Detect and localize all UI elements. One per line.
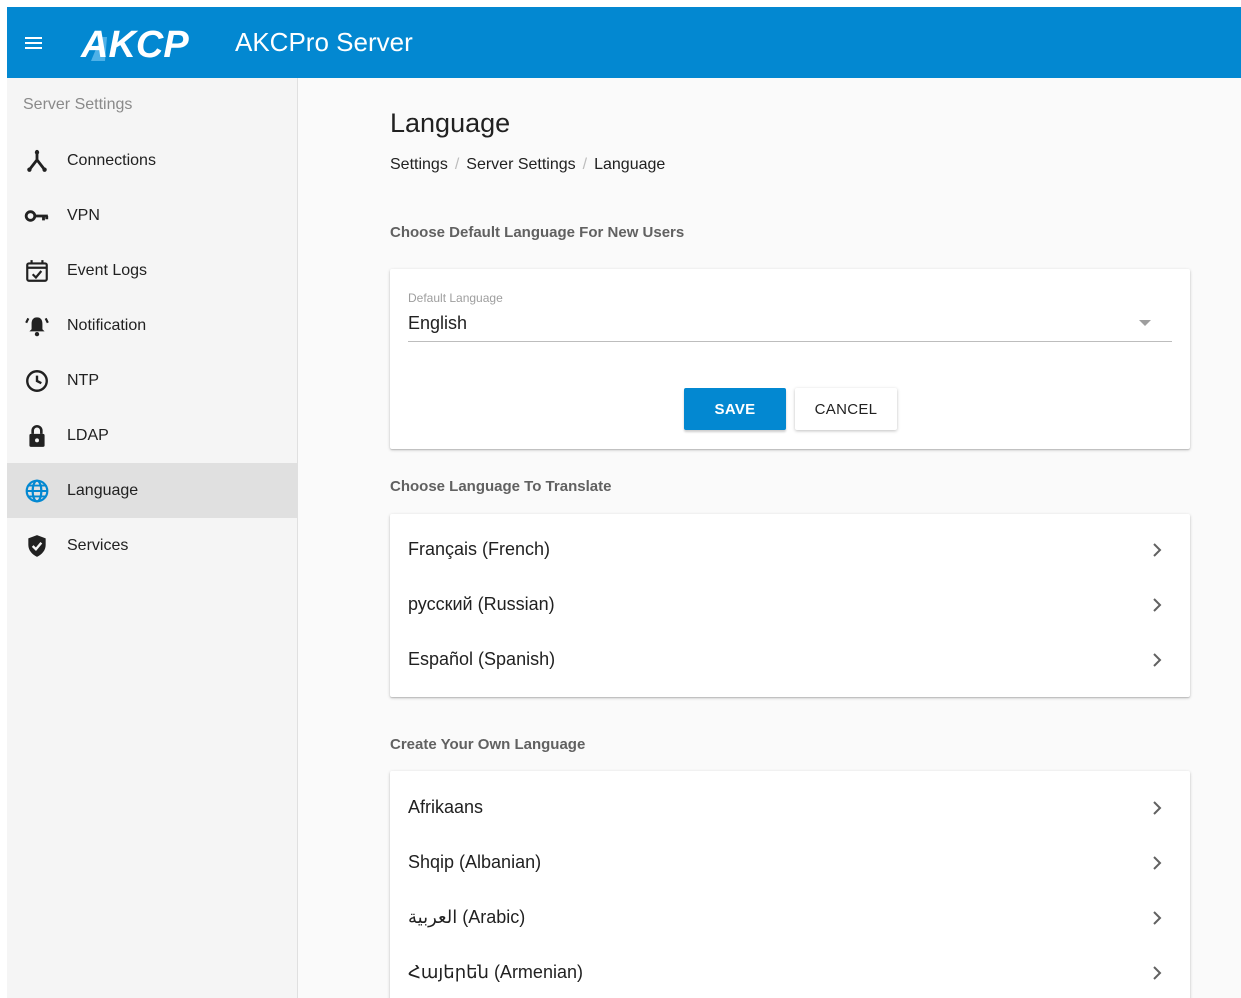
list-item-label: Shqip (Albanian) (408, 852, 542, 872)
default-language-section-title: Choose Default Language For New Users (390, 224, 685, 241)
sidebar-item-label: NTP (67, 371, 99, 389)
sidebar-item-services[interactable]: Services (7, 518, 297, 573)
list-item-arabic[interactable]: العربية (Arabic) (390, 890, 1190, 945)
connections-icon (7, 133, 67, 188)
akcp-logo: AKCP (80, 24, 189, 63)
app-title: AKCPro Server (235, 27, 413, 57)
chevron-right-icon (1150, 910, 1164, 925)
list-item-russian[interactable]: русский (Russian) (390, 577, 1190, 632)
chevron-right-icon (1150, 855, 1164, 870)
sidebar-item-label: Notification (67, 316, 147, 334)
breadcrumb-separator: / (454, 156, 460, 173)
default-language-select[interactable]: Default Language English (390, 269, 1190, 349)
list-item-label: العربية (Arabic) (408, 907, 526, 927)
main-content: Language Settings / Server Settings / La… (299, 78, 1241, 998)
list-item-french[interactable]: Français (French) (390, 522, 1190, 577)
translate-language-list: Français (French) русский (Russian) Espa… (390, 514, 1190, 697)
hamburger-icon (24, 36, 42, 49)
save-button[interactable]: SAVE (684, 388, 786, 430)
default-language-value: English (408, 313, 468, 333)
list-item-label: русский (Russian) (408, 594, 555, 614)
list-item-albanian[interactable]: Shqip (Albanian) (390, 835, 1190, 890)
breadcrumb-language: Language (594, 156, 666, 173)
sidebar-item-label: VPN (67, 206, 100, 224)
sidebar-item-ntp[interactable]: NTP (7, 353, 297, 408)
list-item-afrikaans[interactable]: Afrikaans (390, 780, 1190, 835)
create-language-list: Afrikaans Shqip (Albanian) العربية (Arab… (390, 771, 1190, 998)
sidebar: Server Settings Connections VPN Event Lo… (7, 78, 298, 998)
calendar-check-icon (7, 243, 67, 298)
sidebar-item-label: Services (67, 536, 129, 554)
sidebar-item-label: Event Logs (67, 261, 148, 279)
translate-section-title: Choose Language To Translate (390, 478, 612, 495)
lock-icon (7, 408, 67, 463)
breadcrumb-settings[interactable]: Settings (390, 156, 448, 174)
chevron-right-icon (1150, 597, 1164, 612)
sidebar-item-label: Language (67, 481, 139, 499)
chevron-right-icon (1150, 965, 1164, 980)
top-app-bar: AKCP AKCPro Server (7, 7, 1241, 78)
sidebar-item-ldap[interactable]: LDAP (7, 408, 297, 463)
default-language-label: Default Language (408, 291, 503, 305)
list-item-armenian[interactable]: Հայերեն (Armenian) (390, 945, 1190, 998)
list-item-label: Français (French) (408, 539, 551, 559)
sidebar-header: Server Settings (23, 96, 133, 113)
page-title: Language (390, 108, 511, 138)
sidebar-item-notification[interactable]: Notification (7, 298, 297, 353)
chevron-right-icon (1150, 652, 1164, 667)
list-item-label: Հայերեն (Armenian) (408, 962, 583, 982)
chevron-right-icon (1150, 800, 1164, 815)
sidebar-item-connections[interactable]: Connections (7, 133, 297, 188)
sidebar-item-vpn[interactable]: VPN (7, 188, 297, 243)
bell-ringing-icon (7, 298, 67, 353)
sidebar-item-event-logs[interactable]: Event Logs (7, 243, 297, 298)
sidebar-item-label: Connections (67, 151, 156, 169)
globe-icon (7, 463, 67, 518)
clock-icon (7, 353, 67, 408)
chevron-right-icon (1150, 542, 1164, 557)
list-item-label: Español (Spanish) (408, 649, 556, 669)
sidebar-item-language[interactable]: Language (7, 463, 297, 518)
svg-text:AKCP: AKCP (80, 24, 189, 63)
sidebar-item-label: LDAP (67, 426, 109, 444)
breadcrumb-separator: / (582, 156, 588, 173)
shield-check-icon (7, 518, 67, 573)
field-underline (408, 341, 1172, 342)
list-item-label: Afrikaans (408, 797, 484, 817)
default-language-card: Default Language English SAVE CANCEL (390, 269, 1190, 449)
breadcrumb: Settings / Server Settings / Language (390, 156, 665, 174)
app-window: AKCP AKCPro Server Server Settings Conne… (7, 7, 1241, 998)
key-icon (7, 188, 67, 243)
menu-button[interactable] (7, 7, 59, 78)
breadcrumb-server-settings[interactable]: Server Settings (466, 156, 575, 174)
cancel-button[interactable]: CANCEL (795, 388, 897, 430)
list-item-spanish[interactable]: Español (Spanish) (390, 632, 1190, 687)
create-section-title: Create Your Own Language (390, 736, 586, 753)
dropdown-arrow-icon (1139, 320, 1151, 326)
